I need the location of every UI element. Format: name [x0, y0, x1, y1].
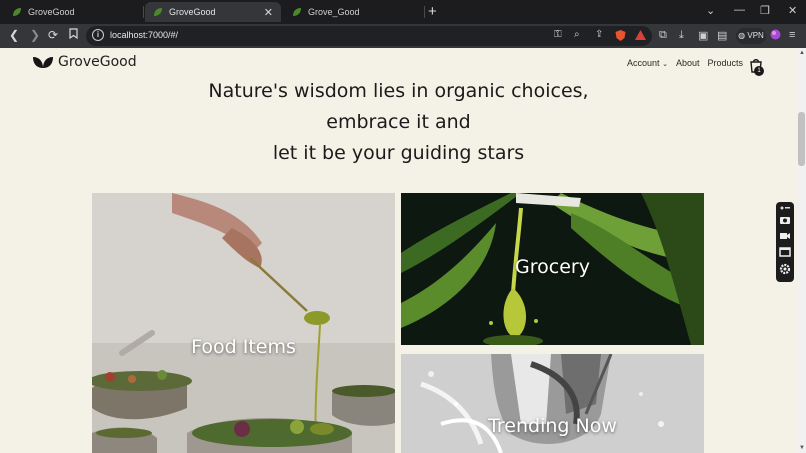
category-label-grocery: Grocery	[515, 256, 590, 278]
brave-shield-icon[interactable]	[614, 29, 627, 45]
food-bowls-image	[92, 193, 395, 453]
share-icon[interactable]: ⇪	[595, 29, 603, 40]
hero-line-3: let it be your guiding stars	[272, 142, 525, 164]
leaf-logo-icon	[33, 57, 53, 68]
brand-logo[interactable]: GroveGood	[32, 54, 137, 70]
settings-gear-icon[interactable]	[779, 263, 791, 275]
nav-account[interactable]: Account ⌄	[627, 58, 668, 68]
camera-icon[interactable]	[779, 215, 791, 225]
download-icon[interactable]: ⤓	[679, 29, 684, 42]
scrollbar-thumb[interactable]	[798, 112, 805, 166]
new-tab-plus-icon[interactable]: +	[428, 3, 437, 20]
chevron-down-icon: ⌄	[662, 61, 668, 68]
nav-about[interactable]: About	[676, 58, 700, 68]
category-card-trending[interactable]: Trending Now	[401, 354, 704, 453]
globe-icon: ◍	[738, 31, 746, 40]
category-card-food[interactable]: Food Items	[92, 193, 395, 453]
nav-links: Account ⌄ About Products	[627, 58, 743, 68]
hero-line-1: Nature's wisdom lies in organic choices,	[208, 80, 589, 102]
screen-window-icon[interactable]	[779, 247, 791, 257]
password-key-icon[interactable]: ⚿	[554, 29, 562, 40]
leaf-favicon-icon	[12, 7, 22, 17]
nav-products[interactable]: Products	[707, 58, 743, 68]
tab-title: GroveGood	[28, 7, 75, 17]
browser-toolbar: ❮ ❯ ⟳ i localhost:7000/#/ ⚿ ⌕ ⇪ ⧉ ⤓ ▣ ▤ …	[0, 24, 806, 48]
tab-title: Grove_Good	[308, 7, 360, 17]
bookmark-icon[interactable]	[69, 28, 78, 42]
leaf-favicon-icon	[153, 7, 163, 17]
leo-ai-icon[interactable]	[770, 29, 781, 43]
category-label-food: Food Items	[191, 336, 296, 358]
tab-search-chevron-icon[interactable]: ⌄	[706, 4, 715, 17]
leaf-favicon-icon	[292, 7, 302, 17]
hero-tagline: Nature's wisdom lies in organic choices,…	[0, 76, 797, 169]
video-record-icon[interactable]	[779, 231, 791, 241]
scroll-up-arrow-icon[interactable]: ▲	[799, 50, 805, 56]
cart-count-badge: 1	[754, 66, 764, 76]
zoom-icon[interactable]: ⌕	[574, 29, 580, 40]
hero-line-2: embrace it and	[326, 111, 471, 133]
url-text: localhost:7000/#/	[110, 30, 179, 40]
tab-title: GroveGood	[169, 7, 216, 17]
drag-handle-icon[interactable]	[779, 205, 791, 211]
close-tab-icon[interactable]: ✕	[264, 6, 273, 19]
vpn-button[interactable]: ◍ VPN	[736, 28, 766, 44]
restore-icon[interactable]: ❐	[760, 4, 770, 17]
scroll-down-arrow-icon[interactable]: ▼	[799, 445, 805, 451]
web-page: GroveGood Account ⌄ About Products 1 Nat…	[0, 48, 797, 453]
reload-icon[interactable]: ⟳	[48, 28, 58, 42]
vpn-label: VPN	[747, 31, 764, 40]
extensions-icon[interactable]: ⧉	[659, 29, 667, 42]
close-window-icon[interactable]: ✕	[788, 4, 797, 17]
tab-divider	[143, 6, 144, 18]
tab-divider	[424, 6, 425, 18]
back-arrow-icon[interactable]: ❮	[9, 28, 19, 42]
browser-tab-active[interactable]: GroveGood ✕	[145, 2, 281, 22]
brand-name: GroveGood	[58, 54, 137, 70]
category-card-grocery[interactable]: Grocery	[401, 193, 704, 345]
sidebar-icon[interactable]: ▣	[698, 29, 708, 42]
forward-arrow-icon[interactable]: ❯	[30, 28, 40, 42]
capture-toolbar	[776, 202, 794, 282]
browser-tab-strip: GroveGood GroveGood ✕ Grove_Good + ⌄ — ❐…	[0, 0, 806, 24]
page-scrollbar[interactable]: ▲ ▼	[797, 48, 806, 453]
site-info-icon[interactable]: i	[92, 29, 104, 41]
nav-account-label: Account	[627, 58, 660, 68]
brave-rewards-icon[interactable]	[634, 29, 647, 44]
menu-hamburger-icon[interactable]: ≡	[789, 29, 795, 41]
water-splash-image	[401, 354, 704, 453]
address-bar[interactable]: i localhost:7000/#/	[86, 26, 652, 46]
wallet-icon[interactable]: ▤	[717, 29, 727, 42]
browser-tab[interactable]: GroveGood	[4, 2, 142, 22]
minimize-icon[interactable]: —	[734, 4, 745, 16]
category-label-trending: Trending Now	[488, 415, 617, 437]
browser-tab[interactable]: Grove_Good	[284, 2, 422, 22]
